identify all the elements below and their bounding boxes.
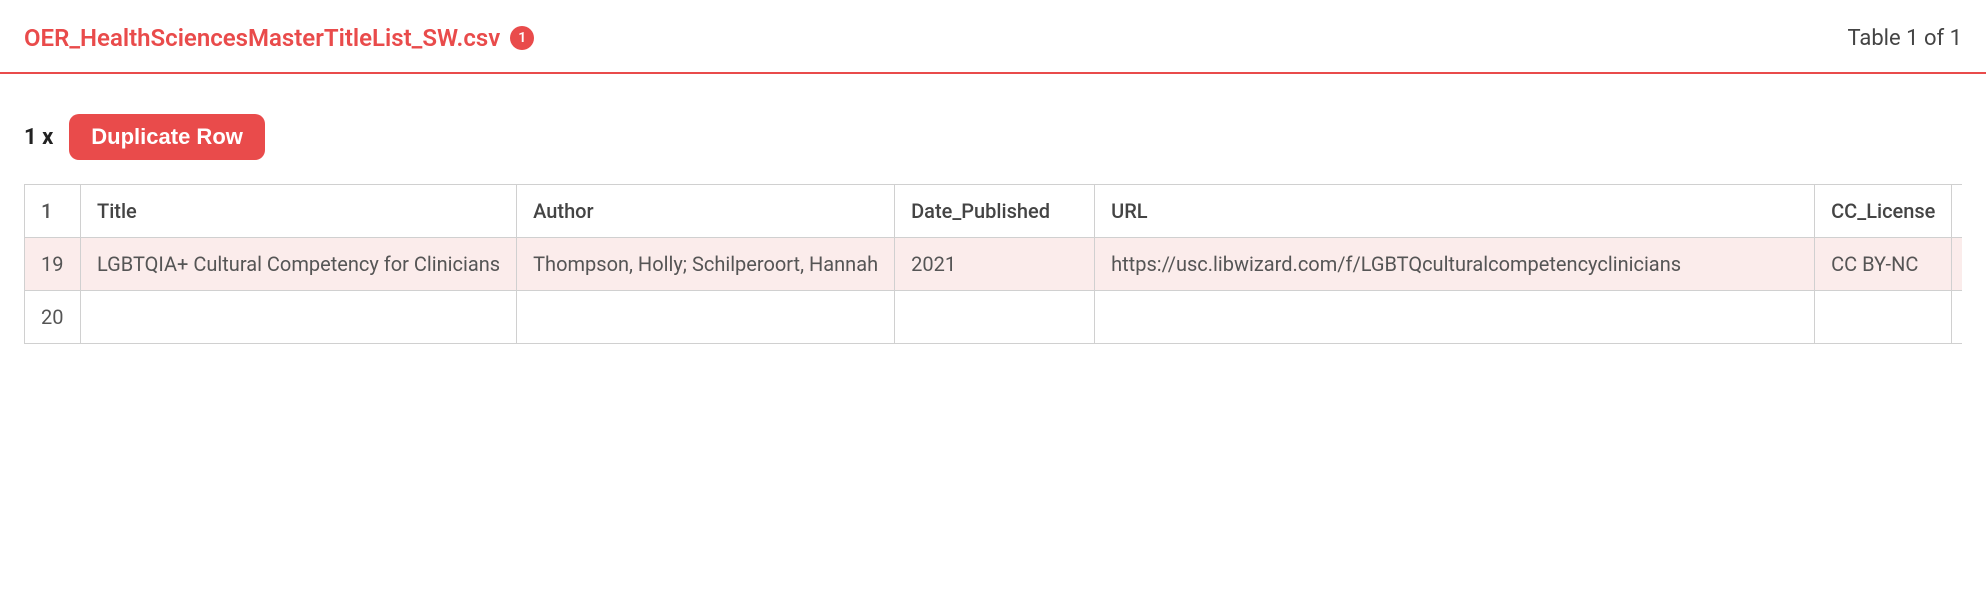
col-audience[interactable]: Audience [1952, 185, 1962, 238]
action-row: 1 x Duplicate Row [24, 114, 1962, 160]
cell-title[interactable]: LGBTQIA+ Cultural Competency for Clinici… [81, 238, 517, 291]
cell-date-published[interactable] [895, 291, 1095, 344]
col-cc-license[interactable]: CC_License [1815, 185, 1952, 238]
cell-url[interactable] [1095, 291, 1815, 344]
filename-wrap: OER_HealthSciencesMasterTitleList_SW.csv… [24, 24, 534, 52]
col-author[interactable]: Author [517, 185, 895, 238]
table-scroll[interactable]: 1 Title Author Date_Published URL CC_Lic… [24, 184, 1962, 344]
cell-rownum[interactable]: 19 [25, 238, 81, 291]
cell-cc-license[interactable] [1815, 291, 1952, 344]
cell-author[interactable] [517, 291, 895, 344]
duplicate-row-button[interactable]: Duplicate Row [69, 114, 265, 160]
col-date-published[interactable]: Date_Published [895, 185, 1095, 238]
main-section: 1 x Duplicate Row 1 Title Author Date_Pu… [0, 74, 1986, 352]
page-header: OER_HealthSciencesMasterTitleList_SW.csv… [0, 0, 1986, 74]
file-name[interactable]: OER_HealthSciencesMasterTitleList_SW.csv [24, 24, 500, 52]
cell-date-published[interactable]: 2021 [895, 238, 1095, 291]
cell-title[interactable] [81, 291, 517, 344]
table-body: 19LGBTQIA+ Cultural Competency for Clini… [25, 238, 1963, 344]
cell-author[interactable]: Thompson, Holly; Schilperoort, Hannah [517, 238, 895, 291]
cell-audience[interactable]: Clinician [1952, 238, 1962, 291]
col-title[interactable]: Title [81, 185, 517, 238]
table-row[interactable]: 20 [25, 291, 1963, 344]
table-counter: Table 1 of 1 [1847, 26, 1962, 51]
data-table: 1 Title Author Date_Published URL CC_Lic… [24, 184, 1962, 344]
cell-rownum[interactable]: 20 [25, 291, 81, 344]
cell-cc-license[interactable]: CC BY-NC [1815, 238, 1952, 291]
table-header-row: 1 Title Author Date_Published URL CC_Lic… [25, 185, 1963, 238]
file-badge: 1 [510, 26, 534, 50]
col-url[interactable]: URL [1095, 185, 1815, 238]
table-row[interactable]: 19LGBTQIA+ Cultural Competency for Clini… [25, 238, 1963, 291]
col-rownum[interactable]: 1 [25, 185, 81, 238]
cell-url[interactable]: https://usc.libwizard.com/f/LGBTQcultura… [1095, 238, 1815, 291]
duplicate-count-label: 1 x [24, 125, 53, 150]
cell-audience[interactable] [1952, 291, 1962, 344]
